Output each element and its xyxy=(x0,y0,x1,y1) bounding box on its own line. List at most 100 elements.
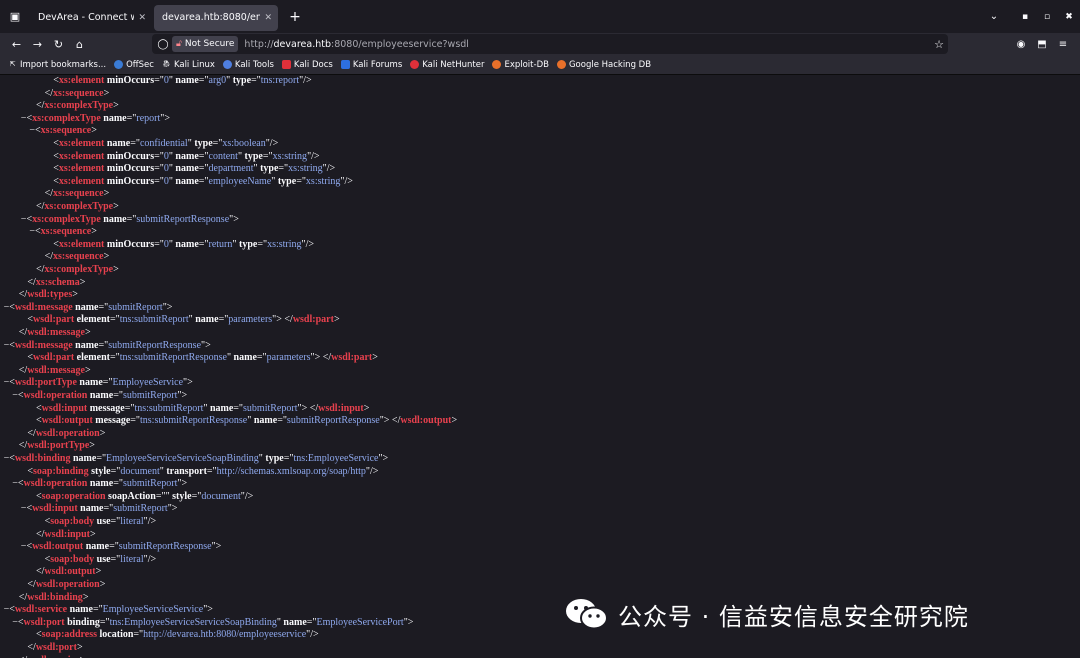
bookmark-exploit-db[interactable]: Exploit-DB xyxy=(492,60,549,70)
xml-punctuation: =" xyxy=(262,150,273,162)
xml-attribute-name: name xyxy=(70,453,97,464)
xml-attribute-value: department xyxy=(208,163,254,175)
xml-punctuation: =" xyxy=(126,112,137,124)
navigation-bar: ← → ↻ ⌂ ◯ 🔓︎ Not Secure http://devarea.h… xyxy=(0,33,1080,55)
reload-icon[interactable]: ↻ xyxy=(48,38,69,51)
xml-punctuation: =" xyxy=(198,150,209,162)
xml-punctuation: =" xyxy=(154,163,164,175)
xml-attribute-name: location xyxy=(97,629,134,641)
bookmark-kali-linux[interactable]: 🐉︎ Kali Linux xyxy=(162,60,215,70)
bookmark-import[interactable]: ⇱ Import bookmarks... xyxy=(8,60,107,70)
xml-punctuation: =" xyxy=(154,75,164,86)
bookmark-kali-docs[interactable]: Kali Docs xyxy=(281,59,333,70)
xml-line: −<xs:complexType name="submitReportRespo… xyxy=(21,214,239,227)
not-secure-badge[interactable]: 🔓︎ Not Secure xyxy=(172,36,239,52)
bookmark-ghdb[interactable]: Google Hacking DB xyxy=(556,60,651,70)
xml-line: </xs:complexType> xyxy=(36,100,119,113)
xml-tag-name: wsdl:output xyxy=(41,415,93,427)
minimize-button[interactable]: ▪ xyxy=(1014,12,1036,22)
bookmark-kali-forums[interactable]: Kali Forums xyxy=(340,60,402,70)
xml-punctuation: "/> xyxy=(265,138,279,149)
xml-attribute-name: name xyxy=(87,478,114,490)
xml-punctuation: =" xyxy=(109,352,120,364)
url-text[interactable]: http://devarea.htb:8080/employeeservice?… xyxy=(244,39,469,50)
xml-punctuation: =" xyxy=(198,175,209,187)
close-icon[interactable]: ✕ xyxy=(264,13,272,23)
maximize-button[interactable]: ▫ xyxy=(1036,12,1058,22)
xml-tag-name: wsdl:output xyxy=(32,541,84,553)
xml-tag-name: wsdl:binding xyxy=(27,591,83,603)
xml-tag-name: wsdl:types xyxy=(27,289,73,301)
tab-title: DevArea - Connect with Top xyxy=(38,12,135,23)
xml-attribute-value: return xyxy=(208,238,233,250)
xml-tag-name: wsdl:output xyxy=(44,566,96,578)
xml-tag-name: xs:complexType xyxy=(44,100,114,112)
xml-attribute-name: name xyxy=(251,415,278,427)
xml-tag-name: wsdl:port xyxy=(23,616,65,628)
xml-tag-name: wsdl:service xyxy=(27,655,79,658)
firefox-view-icon[interactable]: ▣ xyxy=(0,0,30,33)
xml-punctuation: =" xyxy=(133,629,144,641)
home-icon[interactable]: ⌂ xyxy=(69,38,90,51)
forward-arrow-icon[interactable]: → xyxy=(27,38,48,51)
xml-document-view: <xs:element minOccurs="0" name="arg0" ty… xyxy=(0,75,1080,658)
xml-punctuation: =" xyxy=(218,314,229,326)
xml-tag-name: xs:complexType xyxy=(44,201,114,212)
chevron-down-icon[interactable]: ⌄ xyxy=(974,11,1014,22)
bookmark-kali-nethunter[interactable]: Kali NetHunter xyxy=(410,60,484,70)
menu-icon[interactable]: ≡ xyxy=(1056,39,1070,50)
xml-line: <soap:address location="http://devarea.h… xyxy=(36,629,319,642)
xml-attribute-name: name xyxy=(100,213,127,225)
bookmark-label: Kali Linux xyxy=(173,59,215,70)
xml-attribute-name: name xyxy=(280,616,307,628)
xml-attribute-name: minOccurs xyxy=(104,75,155,86)
xml-tag-name: xs:schema xyxy=(35,276,80,288)
back-arrow-icon[interactable]: ← xyxy=(6,38,27,51)
xml-line: <xs:element minOccurs="0" name="arg0" ty… xyxy=(53,75,311,88)
xml-punctuation: =" xyxy=(251,75,261,86)
extensions-icon[interactable]: ⬒ xyxy=(1035,39,1049,50)
bookmark-label: Kali Docs xyxy=(293,59,333,70)
xml-tag-name: wsdl:output xyxy=(400,415,452,427)
xml-punctuation: > xyxy=(85,364,91,376)
xml-line: </wsdl:operation> xyxy=(27,579,105,592)
xml-attribute-value: xs:string xyxy=(288,163,323,175)
new-tab-button[interactable]: + xyxy=(282,9,308,25)
xml-line: </wsdl:operation> xyxy=(27,428,105,441)
xml-tag-name: soap:binding xyxy=(33,465,89,477)
xml-punctuation: =" xyxy=(124,402,135,414)
close-window-button[interactable]: ✖ xyxy=(1058,12,1080,22)
shield-icon[interactable]: ◯ xyxy=(156,39,170,50)
xml-attribute-value: tns:report xyxy=(260,75,300,86)
tab-employeeservice[interactable]: devarea.htb:8080/employee ✕ xyxy=(154,4,278,31)
xml-punctuation: =" xyxy=(98,339,109,351)
xml-line: −<wsdl:binding name="EmployeeServiceServ… xyxy=(4,453,389,466)
xml-punctuation: =" xyxy=(126,213,137,225)
account-icon[interactable]: ◉ xyxy=(1014,39,1028,50)
xml-punctuation: > xyxy=(91,226,97,238)
xml-punctuation: </ xyxy=(18,289,28,301)
xml-line: <wsdl:input message="tns:submitReport" n… xyxy=(36,403,369,416)
xml-tag-name: xs:element xyxy=(58,138,105,149)
xml-line: </wsdl:types> xyxy=(19,289,78,302)
xml-punctuation: > xyxy=(372,352,378,364)
xml-punctuation: </ xyxy=(18,364,28,376)
url-bar[interactable]: ◯ 🔓︎ Not Secure http://devarea.htb:8080/… xyxy=(152,34,948,54)
bookmark-offsec[interactable]: OffSec xyxy=(114,60,154,70)
xml-punctuation: ="" xyxy=(155,490,170,502)
tab-devarea[interactable]: DevArea - Connect with Top ✕ xyxy=(30,5,152,31)
xml-punctuation: > xyxy=(95,566,102,578)
bookmark-kali-tools[interactable]: Kali Tools xyxy=(222,60,274,70)
close-icon[interactable]: ✕ xyxy=(138,13,146,23)
xml-attribute-name: name xyxy=(100,112,127,124)
xml-attribute-value: literal xyxy=(120,553,144,565)
xml-line: −<wsdl:input name="submitReport"> xyxy=(21,503,178,516)
xml-line: −<xs:sequence> xyxy=(29,125,96,138)
xml-attribute-name: type xyxy=(262,453,284,464)
xml-punctuation: </ xyxy=(27,642,36,653)
xml-punctuation: =" xyxy=(92,604,103,616)
ghdb-icon xyxy=(556,60,566,69)
xml-punctuation: =" xyxy=(130,415,141,427)
bookmark-star-icon[interactable]: ☆ xyxy=(934,38,944,51)
xml-punctuation: > xyxy=(79,655,85,658)
